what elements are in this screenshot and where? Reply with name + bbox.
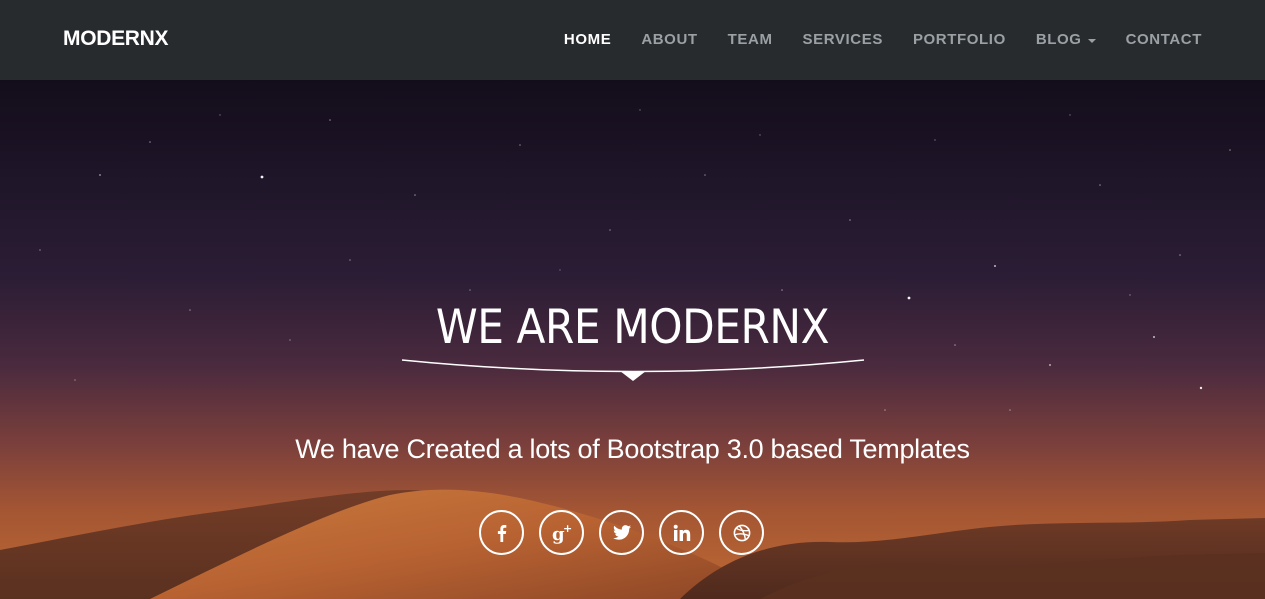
nav-item-contact[interactable]: CONTACT bbox=[1126, 31, 1202, 48]
brand-logo[interactable]: MODERNX bbox=[63, 27, 169, 51]
main-nav: HOME ABOUT TEAM SERVICES PORTFOLIO BLOG … bbox=[564, 31, 1202, 48]
facebook-link[interactable] bbox=[479, 510, 524, 555]
nav-item-portfolio[interactable]: PORTFOLIO bbox=[913, 31, 1006, 48]
nav-item-blog[interactable]: BLOG bbox=[1036, 31, 1096, 48]
facebook-icon bbox=[497, 524, 506, 542]
page: MODERNX HOME ABOUT TEAM SERVICES PORTFOL… bbox=[0, 0, 1265, 599]
nav-item-team[interactable]: TEAM bbox=[728, 31, 773, 48]
google-plus-icon: g + bbox=[552, 522, 572, 544]
nav-item-label: SERVICES bbox=[802, 31, 883, 48]
nav-item-label: BLOG bbox=[1035, 31, 1082, 48]
nav-item-label: CONTACT bbox=[1125, 31, 1202, 48]
nav-item-about[interactable]: ABOUT bbox=[641, 31, 697, 48]
dribbble-link[interactable] bbox=[719, 510, 764, 555]
social-links: g + bbox=[479, 510, 764, 555]
hero-subtitle: We have Created a lots of Bootstrap 3.0 … bbox=[295, 434, 970, 464]
linkedin-icon bbox=[673, 524, 690, 541]
nav-item-label: HOME bbox=[563, 31, 612, 48]
twitter-icon bbox=[612, 525, 631, 540]
google-plus-link[interactable]: g + bbox=[539, 510, 584, 555]
nav-item-services[interactable]: SERVICES bbox=[803, 31, 883, 48]
twitter-link[interactable] bbox=[599, 510, 644, 555]
nav-item-label: PORTFOLIO bbox=[912, 31, 1006, 48]
title-underline-arrow bbox=[401, 359, 865, 381]
caret-down-icon bbox=[1087, 38, 1096, 43]
navbar: MODERNX HOME ABOUT TEAM SERVICES PORTFOL… bbox=[0, 0, 1265, 80]
nav-item-label: ABOUT bbox=[641, 31, 698, 48]
svg-text:+: + bbox=[563, 522, 572, 535]
dribbble-icon bbox=[733, 524, 750, 541]
hero-section: WE ARE MODERNX We have Created a lots of… bbox=[0, 80, 1265, 599]
hero-title: WE ARE MODERNX bbox=[435, 300, 830, 355]
linkedin-link[interactable] bbox=[659, 510, 704, 555]
nav-item-home[interactable]: HOME bbox=[564, 31, 611, 48]
nav-item-label: TEAM bbox=[727, 31, 773, 48]
